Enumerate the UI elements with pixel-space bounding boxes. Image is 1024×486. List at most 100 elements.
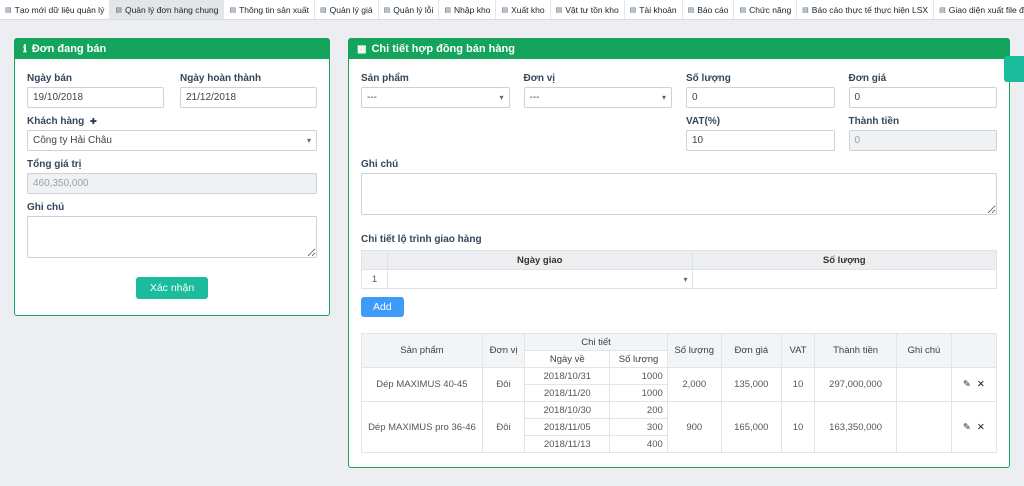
nav-item-label: Tạo mới dữ liệu quản lý: [15, 5, 105, 15]
function-icon: ▤: [739, 6, 746, 14]
delete-icon[interactable]: ✕: [977, 379, 985, 390]
total-value-input: [27, 173, 317, 194]
column-header: Đơn vị: [482, 334, 524, 368]
chevron-down-icon: ▾: [683, 275, 687, 284]
product-cell: Dép MAXIMUS pro 36-46: [362, 402, 483, 453]
amount-label: Thành tiền: [849, 116, 998, 127]
nav-item-label: Báo cáo: [697, 5, 728, 15]
detail-qty-cell: 1000: [610, 368, 668, 385]
delivery-schedule-row: 1▾: [362, 270, 997, 289]
chevron-down-icon: ▾: [499, 93, 503, 102]
export-file-icon: ▤: [939, 6, 946, 14]
nav-item-label: Giao diện xuất file định mức: [949, 5, 1024, 15]
amount-cell: 297,000,000: [815, 368, 897, 402]
table-header-row: Sản phẩmĐơn vịChi tiếtSố lượngĐơn giáVAT…: [362, 334, 997, 351]
nav-item[interactable]: ▤Tài khoản: [625, 0, 683, 19]
calendar-icon: ▦: [357, 44, 366, 55]
nav-item-label: Xuất kho: [511, 5, 545, 15]
active-order-title: Đơn đang bán: [32, 43, 106, 55]
sale-date-input[interactable]: [27, 87, 164, 108]
delivery-qty-input[interactable]: [693, 271, 997, 288]
new-data-icon: ▤: [5, 6, 12, 14]
contract-detail-header: ▦ Chi tiết hợp đồng bán hàng: [349, 39, 1009, 59]
contract-note-textarea[interactable]: [361, 173, 997, 215]
nav-item[interactable]: ▤Xuất kho: [496, 0, 550, 19]
note-cell: [897, 368, 952, 402]
contract-items-head: Sản phẩmĐơn vịChi tiếtSố lượngĐơn giáVAT…: [362, 334, 997, 368]
customer-label-row: Khách hàng ✚: [27, 116, 317, 127]
column-header: Chi tiết: [525, 334, 668, 351]
row-index: 1: [362, 270, 388, 289]
actions-cell: ✎✕: [951, 368, 996, 402]
nav-item[interactable]: ▤Nhập kho: [439, 0, 496, 19]
delivery-date-select[interactable]: ▾: [388, 271, 692, 288]
customer-select[interactable]: Công ty Hải Châu ▾: [27, 130, 317, 151]
column-header: Thành tiền: [815, 334, 897, 368]
edit-icon[interactable]: ✎: [963, 422, 971, 433]
detail-date-cell: 2018/11/05: [525, 419, 610, 436]
quantity-cell: 900: [667, 402, 721, 453]
order-note-textarea[interactable]: [27, 216, 317, 258]
active-order-panel: ℹ Đơn đang bán Ngày bán Ngày hoàn thành …: [14, 38, 330, 316]
nav-item-label: Tài khoản: [639, 5, 676, 15]
add-customer-icon[interactable]: ✚: [90, 117, 97, 126]
amount-input: [849, 130, 998, 151]
quantity-input[interactable]: [686, 87, 835, 108]
column-header: Ngày về: [525, 351, 610, 368]
index-column-header: [362, 251, 388, 270]
product-select[interactable]: --- ▾: [361, 87, 510, 108]
product-select-value: ---: [367, 92, 377, 103]
column-header: Số lượng: [610, 351, 668, 368]
nav-item[interactable]: ▤Quản lý lỗi: [379, 0, 440, 19]
unit-cell: Đôi: [482, 402, 524, 453]
total-label: Tổng giá trị: [27, 159, 317, 170]
vat-cell: 10: [781, 402, 814, 453]
edit-icon[interactable]: ✎: [963, 379, 971, 390]
nav-item-label: Thông tin sản xuất: [239, 5, 309, 15]
error-icon: ▤: [384, 6, 391, 14]
chevron-down-icon: ▾: [662, 93, 666, 102]
finish-date-field: Ngày hoàn thành: [180, 65, 317, 108]
nav-item[interactable]: ▤Chức năng: [734, 0, 797, 19]
nav-item[interactable]: ▤Vật tư tồn kho: [551, 0, 625, 19]
quantity-label: Số lượng: [686, 73, 835, 84]
info-icon: ℹ: [23, 44, 27, 55]
nav-item-label: Quản lý giá: [330, 5, 373, 15]
nav-item-label: Nhập kho: [454, 5, 490, 15]
vat-input[interactable]: [686, 130, 835, 151]
main-content: ℹ Đơn đang bán Ngày bán Ngày hoàn thành …: [0, 20, 1024, 486]
price-cell: 135,000: [721, 368, 781, 402]
unit-select[interactable]: --- ▾: [524, 87, 673, 108]
account-icon: ▤: [630, 6, 637, 14]
active-order-header: ℹ Đơn đang bán: [15, 39, 329, 59]
nav-item[interactable]: ▤Thông tin sản xuất: [224, 0, 315, 19]
nav-item[interactable]: ▤Báo cáo: [683, 0, 735, 19]
price-label: Đơn giá: [849, 73, 998, 84]
price-input[interactable]: [849, 87, 998, 108]
product-field: Sản phẩm --- ▾: [361, 65, 510, 108]
nav-item[interactable]: ▤Báo cáo thực tế thực hiện LSX: [797, 0, 934, 19]
contract-detail-body: Sản phẩm --- ▾ Đơn vị --- ▾ Số lượng: [349, 59, 1009, 467]
vat-cell: 10: [781, 368, 814, 402]
contract-items-body: Dép MAXIMUS 40-45Đôi2018/10/3110002,0001…: [362, 368, 997, 453]
product-label: Sản phẩm: [361, 73, 510, 84]
inventory-icon: ▤: [556, 6, 563, 14]
finish-date-label: Ngày hoàn thành: [180, 73, 317, 84]
confirm-button[interactable]: Xác nhận: [136, 277, 208, 299]
add-button[interactable]: Add: [361, 297, 404, 317]
detail-qty-cell: 400: [610, 436, 668, 453]
finish-date-input[interactable]: [180, 87, 317, 108]
detail-date-cell: 2018/11/20: [525, 385, 610, 402]
nav-item[interactable]: ▤Giao diện xuất file định mức: [934, 0, 1024, 19]
side-panel-toggle-button[interactable]: [1004, 56, 1024, 82]
detail-date-cell: 2018/10/30: [525, 402, 610, 419]
delete-icon[interactable]: ✕: [977, 422, 985, 433]
unit-label: Đơn vị: [524, 73, 673, 84]
sale-date-field: Ngày bán: [27, 65, 164, 108]
customer-select-value: Công ty Hải Châu: [33, 135, 112, 146]
delivery-date-cell: ▾: [388, 270, 693, 289]
contract-form: Sản phẩm --- ▾ Đơn vị --- ▾ Số lượng: [361, 65, 997, 151]
nav-item[interactable]: ▤Tạo mới dữ liệu quản lý: [0, 0, 110, 19]
nav-item[interactable]: ▤Quản lý đơn hàng chung: [110, 0, 224, 19]
nav-item[interactable]: ▤Quản lý giá: [315, 0, 379, 19]
